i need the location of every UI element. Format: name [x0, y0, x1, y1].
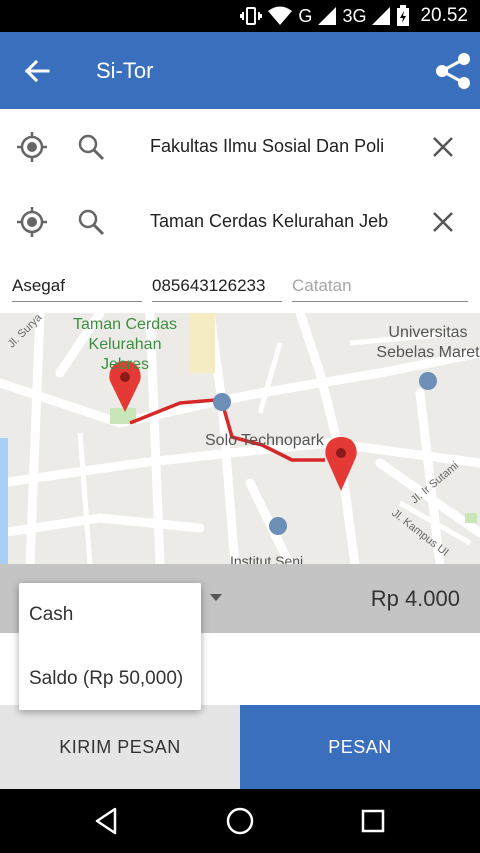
map-label-solo-technopark: Solo Technopark: [205, 432, 324, 449]
network-3g-label: 3G: [342, 5, 367, 26]
app-bar: Si-Tor: [0, 32, 480, 109]
page-title: Si-Tor: [96, 58, 154, 83]
my-location-icon[interactable]: [16, 131, 48, 163]
close-icon[interactable]: [428, 207, 458, 237]
destination-row[interactable]: Taman Cerdas Kelurahan Jeb: [0, 187, 480, 257]
share-icon[interactable]: [434, 52, 472, 90]
chevron-down-icon[interactable]: [210, 594, 222, 601]
recents-nav-icon[interactable]: [357, 805, 389, 837]
signal-g-label: G: [298, 5, 313, 26]
payment-dropdown[interactable]: Cash Saldo (Rp 50,000): [19, 583, 201, 710]
map-label-taman: Taman Cerdas Kelurahan Jebres: [72, 316, 178, 373]
status-bar: G 3G 20.52: [0, 0, 480, 32]
battery-icon: [397, 5, 410, 26]
send-message-button[interactable]: KIRIM PESAN: [0, 705, 240, 789]
name-field[interactable]: Asegaf: [12, 270, 142, 302]
signal-icon-2: [372, 7, 391, 25]
my-location-icon[interactable]: [16, 206, 48, 238]
payment-option-saldo[interactable]: Saldo (Rp 50,000): [29, 668, 183, 690]
origin-row[interactable]: Fakultas Ilmu Sosial Dan Poli: [0, 112, 480, 182]
price-label: Rp 4.000: [370, 586, 460, 611]
signal-icon: [318, 7, 337, 25]
map-view[interactable]: Taman Cerdas Kelurahan Jebres Universita…: [0, 313, 480, 565]
status-icons: G 3G 20.52: [240, 4, 468, 28]
destination-input[interactable]: Taman Cerdas Kelurahan Jeb: [150, 211, 390, 232]
poi-icon: [269, 517, 287, 535]
clock: 20.52: [420, 5, 468, 26]
navigation-bar: [0, 789, 480, 853]
search-icon[interactable]: [76, 132, 106, 162]
vibrate-icon: [240, 7, 263, 25]
back-arrow-icon[interactable]: [20, 54, 54, 88]
note-field[interactable]: Catatan: [292, 270, 468, 302]
wifi-icon: [268, 6, 293, 25]
map-label-institut: Institut Seni: [230, 553, 304, 565]
search-icon[interactable]: [76, 207, 106, 237]
payment-option-cash[interactable]: Cash: [29, 604, 73, 626]
phone-field[interactable]: 085643126233: [152, 270, 282, 302]
poi-icon: [419, 372, 437, 390]
origin-input[interactable]: Fakultas Ilmu Sosial Dan Poli: [150, 136, 390, 157]
poi-icon: [213, 393, 231, 411]
map-label-universitas: Universitas Sebelas Maret: [376, 324, 480, 361]
close-icon[interactable]: [428, 132, 458, 162]
order-button[interactable]: PESAN: [240, 705, 480, 789]
back-nav-icon[interactable]: [91, 805, 123, 837]
home-nav-icon[interactable]: [224, 805, 256, 837]
